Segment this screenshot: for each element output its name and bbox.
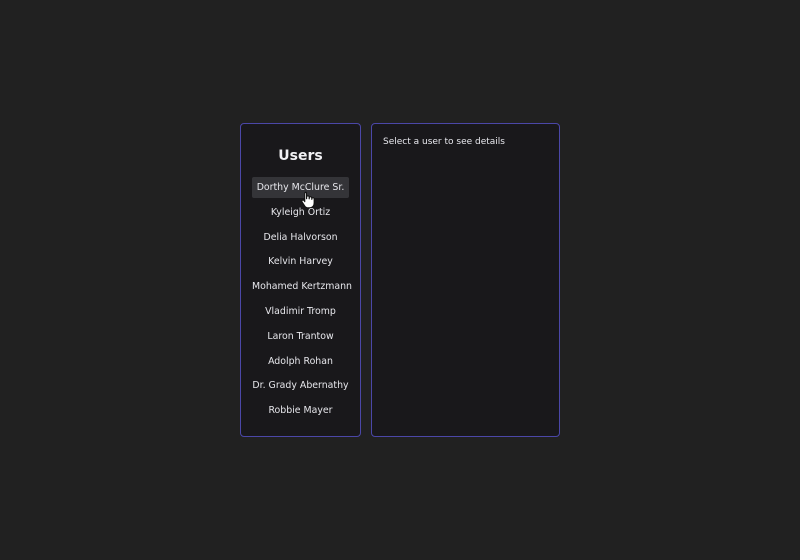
user-item-kyleigh-ortiz[interactable]: Kyleigh Ortiz: [252, 202, 349, 223]
user-item-dorthy-mcclure-sr[interactable]: Dorthy McClure Sr.: [252, 177, 349, 198]
user-item-laron-trantow[interactable]: Laron Trantow: [252, 326, 349, 347]
details-placeholder: Select a user to see details: [383, 137, 505, 147]
user-item-vladimir-tromp[interactable]: Vladimir Tromp: [252, 301, 349, 322]
details-panel: Select a user to see details: [371, 123, 560, 437]
users-title: Users: [278, 148, 323, 164]
user-list: Dorthy McClure Sr. Kyleigh Ortiz Delia H…: [252, 177, 352, 425]
users-panel: Users Dorthy McClure Sr. Kyleigh Ortiz D…: [240, 123, 361, 437]
user-item-delia-halvorson[interactable]: Delia Halvorson: [252, 227, 349, 248]
app-stage: Users Dorthy McClure Sr. Kyleigh Ortiz D…: [0, 0, 800, 560]
user-item-kelvin-harvey[interactable]: Kelvin Harvey: [252, 251, 349, 272]
user-item-robbie-mayer[interactable]: Robbie Mayer: [252, 400, 349, 421]
user-item-mohamed-kertzmann[interactable]: Mohamed Kertzmann: [252, 276, 352, 297]
user-item-adolph-rohan[interactable]: Adolph Rohan: [252, 351, 349, 372]
user-item-dr-grady-abernathy[interactable]: Dr. Grady Abernathy: [252, 375, 349, 396]
